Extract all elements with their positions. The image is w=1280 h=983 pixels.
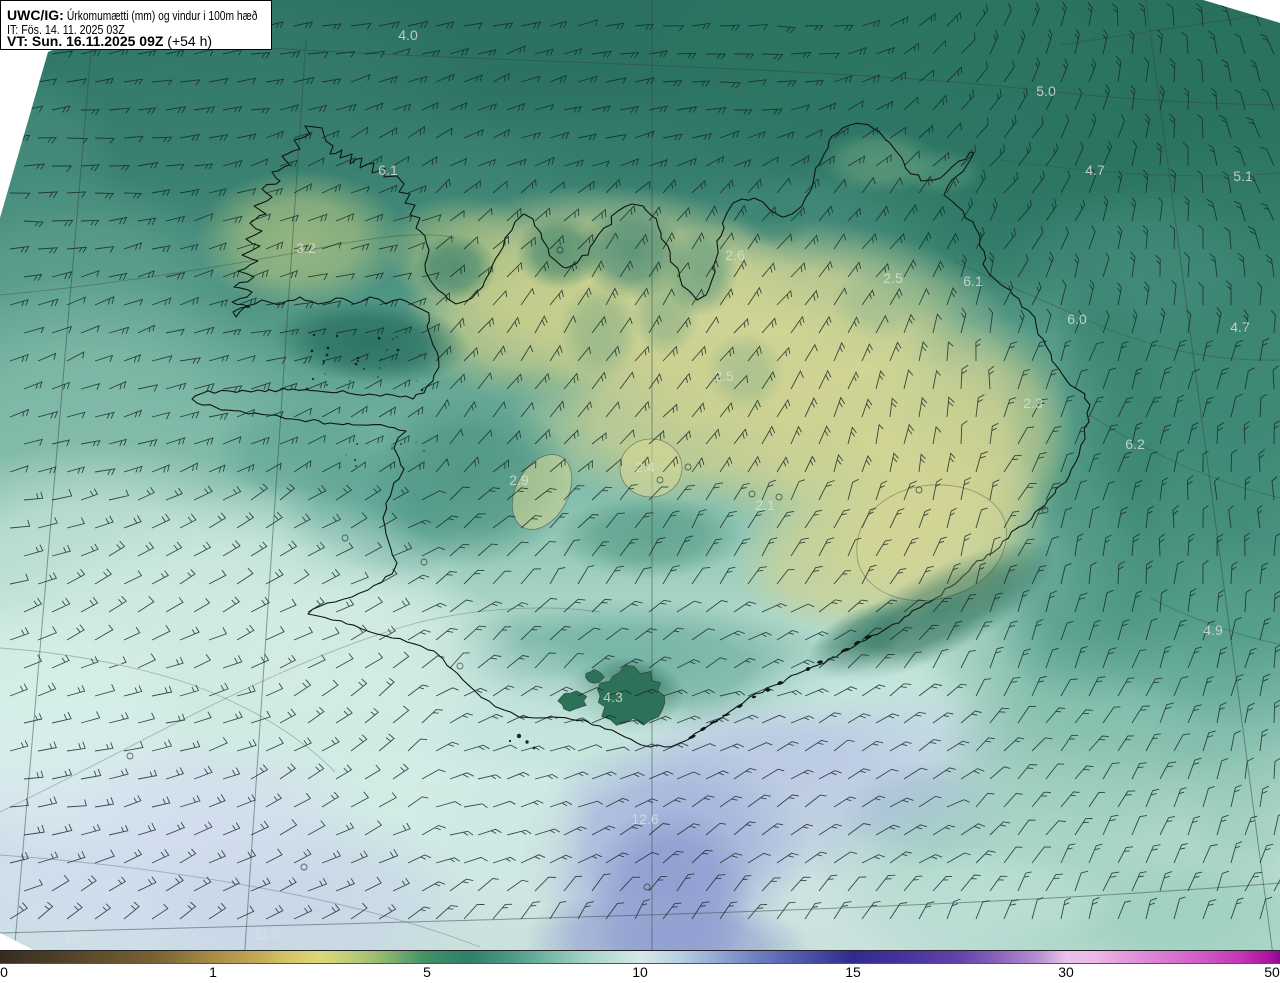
- svg-text:10.6: 10.6: [268, 666, 295, 682]
- svg-text:2.5: 2.5: [883, 270, 903, 286]
- svg-text:2.6: 2.6: [725, 247, 745, 263]
- svg-text:4.9: 4.9: [1203, 622, 1223, 638]
- svg-text:12.6: 12.6: [631, 811, 658, 827]
- svg-text:10.0: 10.0: [63, 929, 90, 945]
- svg-text:4.7: 4.7: [1085, 162, 1105, 178]
- svg-text:6.1: 6.1: [963, 273, 983, 289]
- svg-text:2.3: 2.3: [1023, 395, 1043, 411]
- svg-text:6.2: 6.2: [1125, 436, 1145, 452]
- svg-text:5.1: 5.1: [1233, 168, 1253, 184]
- svg-text:2.5: 2.5: [714, 368, 734, 384]
- svg-text:2.1: 2.1: [755, 497, 775, 513]
- svg-text:11.5: 11.5: [254, 926, 280, 942]
- svg-text:9.1: 9.1: [115, 652, 135, 668]
- svg-text:2.4: 2.4: [635, 459, 655, 475]
- svg-text:5.0: 5.0: [1036, 83, 1056, 99]
- svg-text:3.2: 3.2: [296, 240, 316, 256]
- svg-text:4.3: 4.3: [603, 689, 623, 705]
- svg-text:2.9: 2.9: [509, 472, 529, 488]
- svg-text:6.0: 6.0: [1067, 311, 1087, 327]
- svg-text:4.7: 4.7: [1230, 319, 1250, 335]
- svg-text:4.0: 4.0: [398, 27, 418, 43]
- svg-text:8.6: 8.6: [417, 778, 437, 794]
- svg-text:6.1: 6.1: [378, 162, 398, 178]
